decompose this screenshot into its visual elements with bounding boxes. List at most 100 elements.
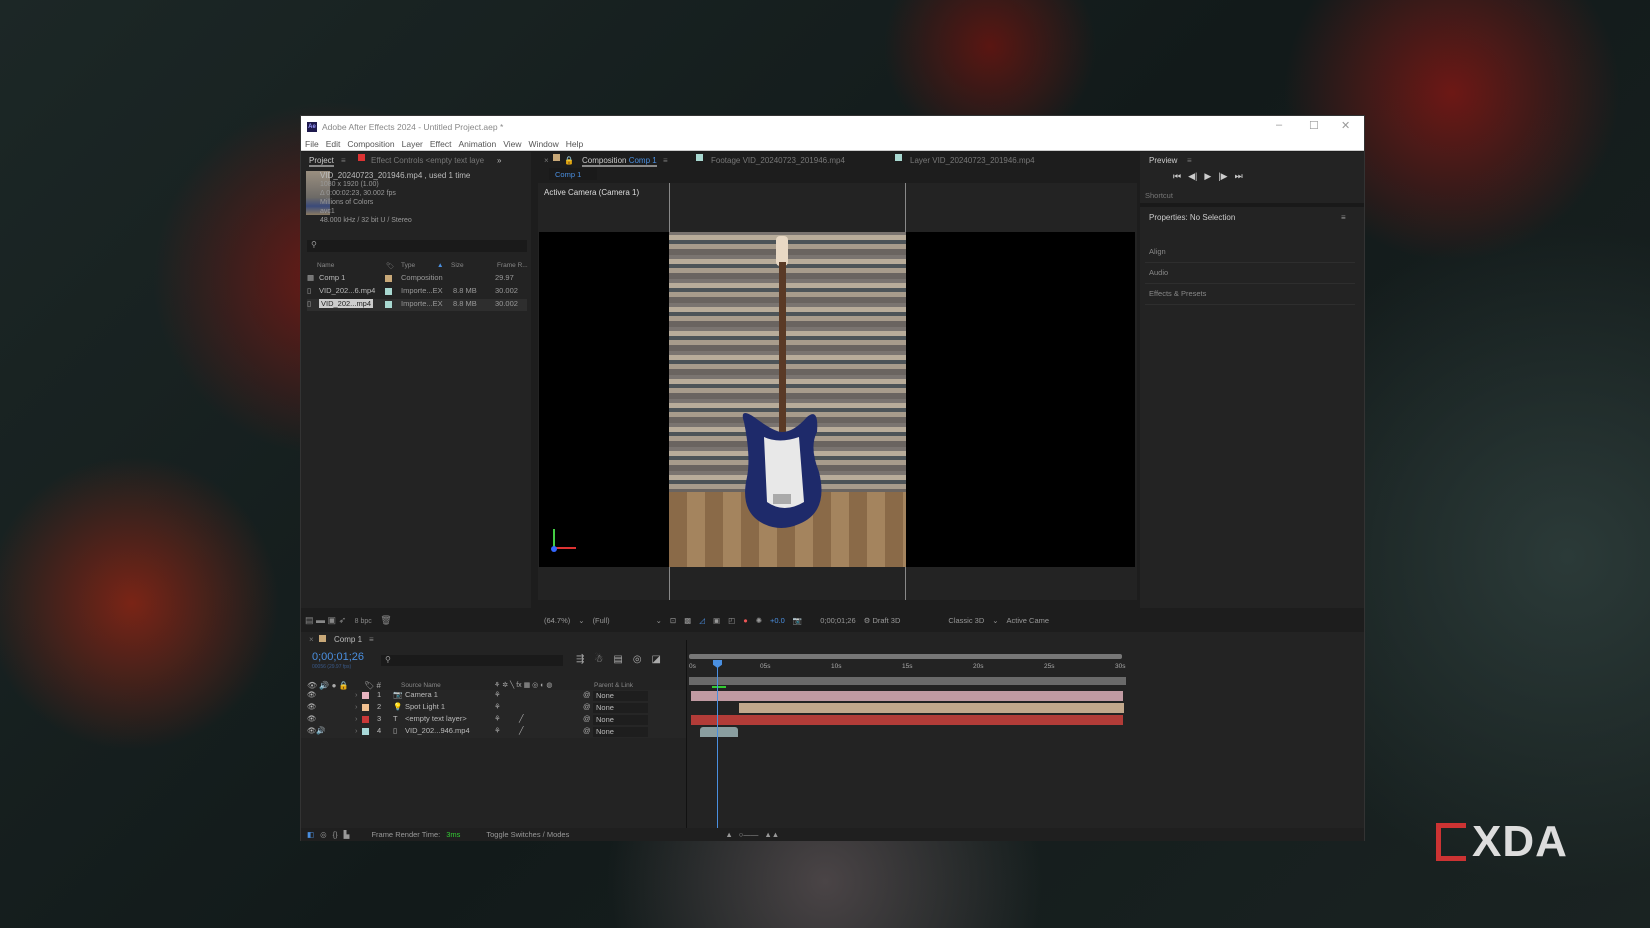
guides-icon[interactable]: ▣ bbox=[713, 616, 720, 625]
parent-dropdown[interactable]: None bbox=[593, 727, 648, 737]
first-frame-icon[interactable]: ⏮ bbox=[1173, 171, 1181, 182]
resolution-dropdown[interactable]: (Full) bbox=[593, 616, 648, 625]
shy-switch-icon[interactable]: ⚘ bbox=[494, 690, 501, 699]
tab-project[interactable]: Project bbox=[309, 156, 334, 167]
col-size[interactable]: Size bbox=[451, 262, 464, 269]
col-parent-link[interactable]: Parent & Link bbox=[594, 682, 633, 689]
expand-arrow-icon[interactable]: › bbox=[355, 690, 358, 699]
panel-effects-presets[interactable]: Effects & Presets bbox=[1145, 285, 1355, 305]
col-frame-rate[interactable]: Frame R... bbox=[497, 262, 528, 269]
next-frame-icon[interactable]: |▶ bbox=[1218, 171, 1227, 182]
transparency-grid-icon[interactable]: ▩ bbox=[684, 616, 691, 625]
layer-row[interactable]: 👁 › 2 💡 Spot Light 1 ⚘ @ None bbox=[301, 702, 686, 714]
expand-arrow-icon[interactable]: › bbox=[355, 702, 358, 711]
minimize-button[interactable]: – bbox=[1276, 119, 1282, 131]
layer-name[interactable]: Spot Light 1 bbox=[405, 702, 445, 711]
renderer-dropdown[interactable]: Classic 3D bbox=[948, 616, 984, 625]
play-icon[interactable]: ▶ bbox=[1204, 171, 1211, 182]
toggle-switches-modes[interactable]: Toggle Switches / Modes bbox=[486, 830, 569, 839]
menu-edit[interactable]: Edit bbox=[326, 139, 341, 149]
panel-audio[interactable]: Audio bbox=[1145, 264, 1355, 284]
close-button[interactable]: ✕ bbox=[1341, 119, 1350, 132]
layer-row[interactable]: 👁 🔊 › 4 ▯ VID_202...946.mp4 ⚘ ╱ @ None bbox=[301, 726, 686, 738]
shy-switch-icon[interactable]: ⚘ bbox=[494, 702, 501, 711]
flowchart-icon[interactable]: ▙ bbox=[344, 830, 350, 839]
close-tab-icon[interactable]: × bbox=[544, 156, 549, 165]
layer-label-swatch[interactable] bbox=[362, 704, 369, 711]
close-timeline-icon[interactable]: × bbox=[309, 635, 314, 644]
tab-composition[interactable]: Composition Comp 1 bbox=[582, 156, 657, 167]
expand-tabs-icon[interactable]: » bbox=[497, 156, 501, 165]
visibility-icon[interactable]: 👁 bbox=[307, 690, 317, 699]
zoom-out-icon[interactable]: ▲ bbox=[725, 830, 732, 839]
panel-align[interactable]: Align bbox=[1145, 243, 1355, 263]
project-item[interactable]: ▯ VID_202...mp4 Importe...EX 8.8 MB 30.0… bbox=[307, 299, 527, 311]
layer-label-swatch[interactable] bbox=[362, 728, 369, 735]
label-swatch[interactable] bbox=[385, 288, 392, 295]
trash-icon[interactable]: 🗑 bbox=[380, 615, 391, 625]
menu-composition[interactable]: Composition bbox=[347, 139, 394, 149]
pickwhip-icon[interactable]: @ bbox=[583, 714, 591, 723]
draft-3d-toggle[interactable]: ⚙ Draft 3D bbox=[864, 616, 901, 625]
previous-frame-icon[interactable]: ◀| bbox=[1188, 171, 1197, 182]
mask-path-icon[interactable]: ◿ bbox=[699, 616, 705, 625]
layer-row[interactable]: 👁 › 1 📷 Camera 1 ⚘ @ None bbox=[301, 690, 686, 702]
menu-animation[interactable]: Animation bbox=[458, 139, 496, 149]
timeline-search-input[interactable]: ⚲ bbox=[381, 655, 563, 666]
menu-view[interactable]: View bbox=[503, 139, 521, 149]
quality-switch-icon[interactable]: ╱ bbox=[519, 726, 524, 735]
comp-breadcrumb[interactable]: Comp 1 bbox=[549, 168, 597, 180]
properties-menu-icon[interactable]: ≡ bbox=[1341, 213, 1346, 222]
shy-icon[interactable]: ☃ bbox=[594, 654, 603, 665]
audio-icon[interactable]: 🔊 bbox=[316, 726, 325, 735]
motion-blur-icon[interactable]: ◎ bbox=[633, 654, 642, 665]
label-swatch[interactable] bbox=[385, 301, 392, 308]
layer-label-swatch[interactable] bbox=[362, 716, 369, 723]
layer-name[interactable]: VID_202...946.mp4 bbox=[405, 726, 470, 735]
parent-dropdown[interactable]: None bbox=[593, 703, 648, 713]
new-comp-icon[interactable]: ▣ bbox=[328, 615, 337, 625]
playhead[interactable] bbox=[717, 661, 718, 839]
layer-name[interactable]: Camera 1 bbox=[405, 690, 438, 699]
region-of-interest-icon[interactable]: ⊡ bbox=[670, 616, 676, 625]
layer-controls-icon[interactable]: ◎ bbox=[320, 830, 327, 839]
color-channel-icon[interactable]: ● bbox=[743, 616, 748, 625]
maximize-button[interactable]: ☐ bbox=[1309, 119, 1319, 132]
layer-bar-spot-light[interactable] bbox=[739, 703, 1124, 713]
graph-toggle-icon[interactable]: {} bbox=[333, 830, 338, 839]
menu-effect[interactable]: Effect bbox=[430, 139, 452, 149]
channel-icon[interactable]: ◰ bbox=[728, 616, 735, 625]
current-time[interactable]: 0;00;01;26 bbox=[312, 651, 364, 663]
tab-timeline-comp[interactable]: Comp 1 bbox=[334, 635, 362, 644]
viewer-timecode[interactable]: 0;00;01;26 bbox=[820, 616, 855, 625]
timeline-menu-icon[interactable]: ≡ bbox=[369, 635, 374, 644]
layer-bar-text[interactable] bbox=[691, 715, 1123, 725]
layer-bar-video[interactable] bbox=[700, 727, 738, 737]
lock-icon[interactable]: 🔒 bbox=[564, 156, 574, 165]
zoom-slider[interactable]: ○—— bbox=[739, 830, 759, 839]
view-dropdown[interactable]: Active Came bbox=[1007, 616, 1050, 625]
project-item[interactable]: ▦ Comp 1 Composition 29.97 bbox=[307, 273, 527, 285]
project-search-input[interactable]: ⚲ bbox=[307, 240, 527, 252]
comp-mini-flowchart-icon[interactable]: ⇶ bbox=[576, 654, 584, 665]
panel-menu-icon[interactable]: ≡ bbox=[341, 156, 346, 165]
last-frame-icon[interactable]: ⏭ bbox=[1235, 171, 1243, 182]
tab-effect-controls[interactable]: Effect Controls <empty text laye bbox=[371, 156, 484, 165]
exposure-icon[interactable]: ✺ bbox=[756, 616, 762, 625]
snapshot-icon[interactable]: 📷 bbox=[793, 616, 802, 625]
menu-window[interactable]: Window bbox=[529, 139, 559, 149]
render-toggle-icon[interactable]: ◧ bbox=[307, 830, 314, 839]
menu-layer[interactable]: Layer bbox=[402, 139, 423, 149]
bpc-toggle[interactable]: 8 bpc bbox=[355, 618, 372, 625]
expand-arrow-icon[interactable]: › bbox=[355, 726, 358, 735]
layer-label-swatch[interactable] bbox=[362, 692, 369, 699]
shy-switch-icon[interactable]: ⚘ bbox=[494, 714, 501, 723]
layer-bar-camera[interactable] bbox=[691, 691, 1123, 701]
exposure-value[interactable]: +0.0 bbox=[770, 616, 785, 625]
new-folder-icon[interactable]: ▬ bbox=[316, 615, 325, 625]
menu-file[interactable]: File bbox=[305, 139, 319, 149]
render-icon[interactable]: ➶ bbox=[339, 615, 347, 625]
layer-name[interactable]: <empty text layer> bbox=[405, 714, 467, 723]
quality-switch-icon[interactable]: ╱ bbox=[519, 714, 524, 723]
comp-menu-icon[interactable]: ≡ bbox=[663, 156, 668, 165]
